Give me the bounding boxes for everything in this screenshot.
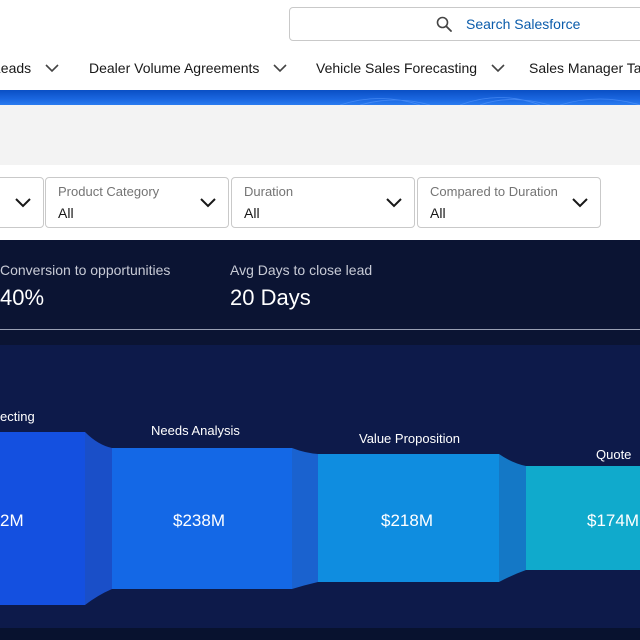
global-header: Search Salesforce <box>0 0 640 50</box>
kpi-avg-days-value: 20 Days <box>230 285 311 310</box>
search-input[interactable]: Search Salesforce <box>289 7 640 41</box>
nav-tab-vehicle-sales-forecasting[interactable]: Vehicle Sales Forecasting <box>316 60 505 76</box>
bottom-strip <box>0 628 640 640</box>
search-placeholder: Search Salesforce <box>466 16 581 32</box>
funnel-chart <box>0 432 640 605</box>
funnel-connector <box>85 432 112 605</box>
filter-dropdown-partial[interactable] <box>0 177 44 228</box>
funnel-connector <box>499 454 526 582</box>
chevron-down-icon[interactable] <box>572 197 588 209</box>
filter-bar: Product Category All Duration All Compar… <box>0 165 640 240</box>
page-header-area <box>0 105 640 165</box>
kpi-avg-days-label: Avg Days to close lead <box>230 262 373 278</box>
chevron-down-icon[interactable] <box>45 63 59 73</box>
filter-label: Compared to Duration <box>430 184 558 199</box>
funnel-stage-label: ecting <box>0 409 35 424</box>
funnel-stage-value: $174M <box>587 511 639 530</box>
brand-band <box>0 90 640 105</box>
filter-compared-to-duration[interactable]: Compared to Duration All <box>417 177 601 228</box>
kpi-summary: Conversion to opportunities 40% Avg Days… <box>0 240 640 345</box>
filter-label: Product Category <box>58 184 160 199</box>
funnel-stage-value: $218M <box>381 511 433 530</box>
pipeline-funnel: ecting 2M Needs Analysis $238M Value Pro… <box>0 345 640 640</box>
divider <box>0 329 640 330</box>
chevron-down-icon[interactable] <box>15 197 31 209</box>
filter-duration[interactable]: Duration All <box>231 177 415 228</box>
nav-tab-sales-manager-targets[interactable]: Sales Manager Tar <box>529 60 640 76</box>
filter-label: Duration <box>244 184 294 199</box>
search-icon <box>436 16 452 32</box>
chevron-down-icon[interactable] <box>491 63 505 73</box>
nav-tab-label: Vehicle Sales Forecasting <box>316 60 478 76</box>
filter-value: All <box>58 205 74 221</box>
funnel-stage-label: Value Proposition <box>359 431 460 446</box>
chevron-down-icon[interactable] <box>386 197 402 209</box>
kpi-conversion-value: 40% <box>0 285 45 310</box>
brand-band-pattern <box>339 97 640 105</box>
app-nav-bar: Leads Dealer Volume Agreements Vehicle S… <box>0 50 640 90</box>
nav-tab-label: Dealer Volume Agreements <box>89 60 260 76</box>
funnel-stage-label: Needs Analysis <box>151 423 240 438</box>
nav-tab-dealer-volume-agreements[interactable]: Dealer Volume Agreements <box>89 60 288 76</box>
funnel-connector <box>292 448 318 589</box>
funnel-stage-label: Quote <box>596 447 632 462</box>
nav-tab-label: Sales Manager Tar <box>529 60 640 76</box>
filter-value: All <box>244 205 260 221</box>
kpi-conversion-label: Conversion to opportunities <box>0 262 171 278</box>
chevron-down-icon[interactable] <box>200 197 216 209</box>
filter-value: All <box>430 205 446 221</box>
filter-product-category[interactable]: Product Category All <box>45 177 229 228</box>
nav-tab-label: Leads <box>0 60 32 76</box>
funnel-stage-value: 2M <box>0 511 24 530</box>
funnel-stage-value: $238M <box>173 511 225 530</box>
nav-tab-leads[interactable]: Leads <box>0 60 59 76</box>
chevron-down-icon[interactable] <box>273 63 288 73</box>
